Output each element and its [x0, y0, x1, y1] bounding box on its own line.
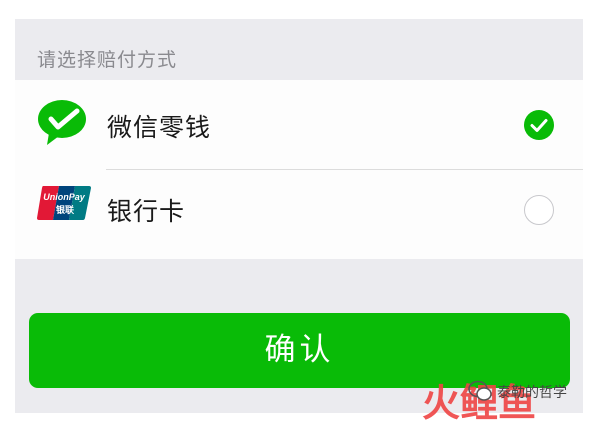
option-wechat-change[interactable]: 微信零钱 — [15, 80, 583, 169]
unionpay-cn-text: 银联 — [56, 204, 75, 216]
option-label: 银行卡 — [107, 197, 186, 226]
section-title: 请选择赔付方式 — [37, 49, 178, 71]
section-header: 请选择赔付方式 — [15, 19, 583, 80]
option-bank-card[interactable]: UnionPay 银联 银行卡 — [15, 170, 583, 259]
wechat-pay-icon — [38, 100, 86, 145]
wechat-watermark-icon — [468, 380, 492, 401]
payout-option-list: 微信零钱 UnionPay 银联 银行卡 — [15, 80, 583, 259]
radio-selected[interactable] — [524, 110, 554, 140]
radio-unselected[interactable] — [524, 195, 554, 225]
checkmark-icon — [530, 119, 548, 132]
option-label: 微信零钱 — [107, 113, 212, 142]
unionpay-brand-text: UnionPay — [43, 192, 86, 202]
unionpay-icon: UnionPay 银联 — [37, 186, 91, 220]
watermark-caption: 泰勒的哲学 — [497, 385, 567, 401]
